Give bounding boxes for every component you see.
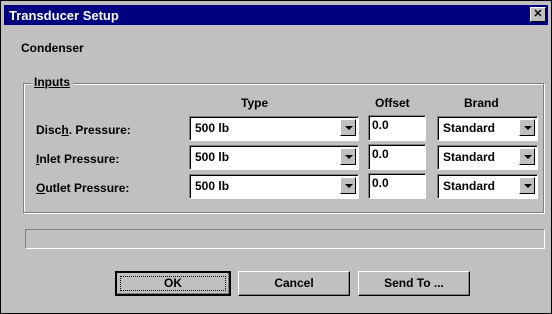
inlet-pressure-label: Inlet Pressure:: [36, 152, 120, 166]
chevron-down-icon[interactable]: [519, 177, 535, 194]
chevron-down-icon[interactable]: [519, 119, 535, 136]
outlet-pressure-brand-value: Standard: [443, 179, 496, 193]
disch-pressure-brand-value: Standard: [443, 121, 496, 135]
chevron-down-icon[interactable]: [340, 177, 356, 194]
outlet-pressure-label: Outlet Pressure:: [36, 181, 130, 195]
section-name: Condenser: [21, 41, 84, 55]
inlet-pressure-type-select[interactable]: 500 lb: [189, 145, 359, 170]
type-column-header: Type: [241, 96, 269, 110]
inlet-pressure-brand-value: Standard: [443, 150, 496, 164]
close-icon[interactable]: ✕: [530, 7, 546, 22]
chevron-down-icon[interactable]: [519, 148, 535, 165]
outlet-pressure-type-select[interactable]: 500 lb: [189, 174, 359, 199]
outlet-pressure-offset-field[interactable]: 0.0: [368, 173, 426, 199]
disch-pressure-label: Disch. Pressure:: [36, 123, 131, 137]
cancel-button[interactable]: Cancel: [238, 271, 350, 296]
disch-pressure-offset-field[interactable]: 0.0: [368, 115, 426, 141]
disch-pressure-brand-select[interactable]: Standard: [437, 116, 538, 141]
chevron-down-icon[interactable]: [340, 148, 356, 165]
inlet-pressure-offset-field[interactable]: 0.0: [368, 144, 426, 170]
focus-rect: [120, 276, 226, 291]
send-to-button-label: Send To ...: [384, 276, 444, 290]
outlet-pressure-type-value: 500 lb: [195, 179, 230, 193]
inlet-pressure-brand-select[interactable]: Standard: [437, 145, 538, 170]
send-to-button[interactable]: Send To ...: [358, 271, 470, 296]
ok-button[interactable]: OK: [115, 271, 231, 296]
status-bar: [25, 229, 545, 249]
cancel-button-label: Cancel: [274, 276, 314, 290]
brand-column-header: Brand: [464, 96, 499, 110]
disch-pressure-type-value: 500 lb: [195, 121, 230, 135]
disch-pressure-type-select[interactable]: 500 lb: [189, 116, 359, 141]
inputs-group-title: Inputs: [31, 75, 73, 89]
window-title: Transducer Setup: [9, 8, 119, 23]
transducer-setup-dialog: Transducer Setup ✕ Condenser Inputs Type…: [0, 0, 552, 314]
title-bar[interactable]: Transducer Setup ✕: [4, 5, 548, 25]
chevron-down-icon[interactable]: [340, 119, 356, 136]
offset-column-header: Offset: [375, 96, 410, 110]
inlet-pressure-type-value: 500 lb: [195, 150, 230, 164]
outlet-pressure-brand-select[interactable]: Standard: [437, 174, 538, 199]
